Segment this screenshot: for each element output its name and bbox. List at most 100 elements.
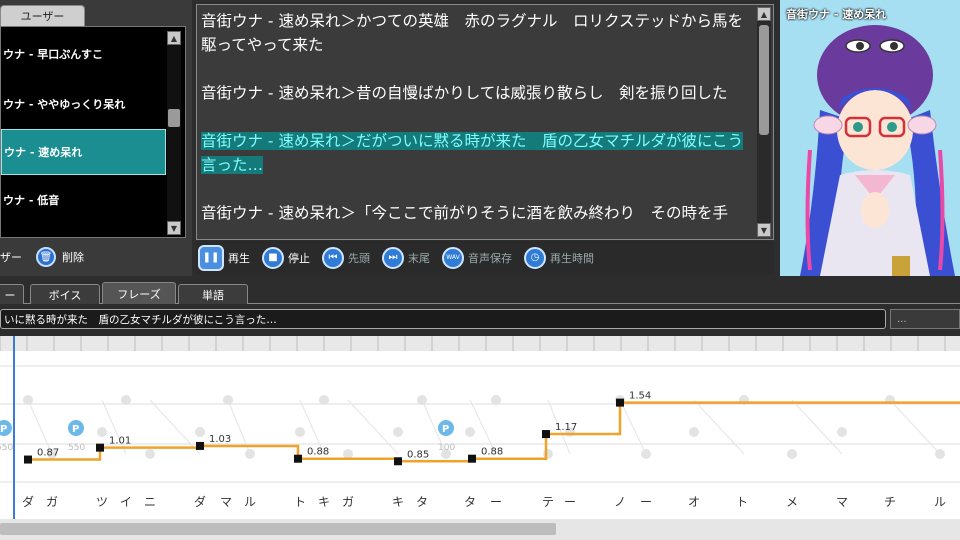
stop-label: 停止 [288,251,310,265]
ruler [0,336,960,351]
scroll-thumb[interactable] [759,25,769,135]
kana-label: ガ [342,495,354,509]
kana-label: ノ [614,495,626,509]
end-button[interactable]: ⏭ 末尾 [382,246,430,269]
text-scrollbar[interactable]: ▲ ▼ [757,7,771,237]
value-label: 1.54 [629,391,651,402]
voice-list: ウナ - 早口ぷんすこ ウナ - ややゆっくり呆れ ウナ - 速め呆れ ウナ -… [0,26,186,238]
text-line: 音街ウナ - 速め呆れ＞かつての英雄 赤のラグナル ロリクステッドから馬を駆って… [201,12,743,54]
text-line: 音街ウナ - 速め呆れ＞「今ここで前がりそうに酒を飲み終わり その時を手 [201,204,728,222]
voice-preset-panel: ユーザー ウナ - 早口ぷんすこ ウナ - ややゆっくり呆れ ウナ - 速め呆れ… [0,0,192,276]
pitch-node [616,398,624,407]
value-label: 0.88 [307,447,329,458]
list-item[interactable]: ウナ - 低音 [1,177,166,223]
kana-label: マ [836,495,848,509]
kana-label: オ [688,495,700,509]
kana-label: ダ [194,494,206,509]
kana-label: マ [220,495,232,509]
scroll-down-icon[interactable]: ▼ [757,223,771,237]
value-label: 1.17 [555,422,577,433]
kana-label: ダ [22,494,34,509]
pause-marker-label: P [442,424,449,435]
value-label: 0.88 [481,447,503,458]
kana-label: キ [392,495,404,509]
script-text-area[interactable]: 音街ウナ - 速め呆れ＞かつての英雄 赤のラグナル ロリクステッドから馬を駆って… [196,4,774,240]
editor-tabs: ー ボイス フレーズ 単語 [0,282,960,304]
save-audio-label: 音声保存 [468,251,512,265]
stop-button[interactable]: ■ 停止 [262,246,310,269]
pause-value: 550 [0,443,13,453]
tab-phrase[interactable]: フレーズ [102,282,176,304]
kana-label: ツ [96,495,108,509]
trash-icon[interactable]: 🗑 [36,247,56,267]
kana-label: タ [416,495,428,509]
ghost-node [491,395,501,405]
tab-user[interactable]: ー [0,284,24,304]
stop-icon: ■ [262,246,284,269]
tab-voice[interactable]: ボイス [30,284,100,304]
ghost-node [97,427,107,437]
kana-label: ー [564,495,576,509]
kana-label: ト [736,495,748,509]
play-label: 再生 [228,251,250,265]
pause-marker-label: P [72,424,79,435]
ghost-line [347,399,399,455]
ghost-node [145,449,155,459]
clock-icon: ◷ [524,246,546,269]
pause-value: 550 [68,443,85,453]
ghost-line [791,399,843,455]
pitch-node [24,455,32,464]
kana-label: ル [934,495,946,509]
tab-word[interactable]: 単語 [178,284,248,304]
script-text: 音街ウナ - 速め呆れ＞かつての英雄 赤のラグナル ロリクステッドから馬を駆って… [201,9,755,239]
ghost-line [149,399,201,455]
playback-toolbar: ❚❚ 再生 ■ 停止 ⏮ 先頭 ⏭ 末尾 WAV 音声保存 ◷ 再生時間 [196,241,774,274]
head-label: 先頭 [348,251,370,265]
value-label: 1.03 [209,434,231,445]
kana-label: ニ [144,495,156,509]
play-time-button[interactable]: ◷ 再生時間 [524,246,594,269]
scroll-up-icon[interactable]: ▲ [167,31,181,45]
pause-value: 100 [438,443,455,453]
scroll-thumb[interactable] [168,109,180,127]
head-button[interactable]: ⏮ 先頭 [322,246,370,269]
pitch-node [542,430,550,439]
scroll-down-icon[interactable]: ▼ [167,221,181,235]
pause-icon: ❚❚ [198,244,224,271]
phrase-side-field[interactable]: ... [890,309,960,329]
tab-user[interactable]: ユーザー [0,5,85,26]
ghost-node [319,395,329,405]
pause-marker-label: P [0,424,7,435]
kana-label: キ [318,495,330,509]
phrase-input[interactable]: いに黙る時が来た 盾の乙女マチルダが彼にこう言った… [0,309,886,329]
list-item[interactable]: ウナ - 早口ぷんすこ [1,31,166,77]
pitch-node [468,454,476,463]
scroll-up-icon[interactable]: ▲ [757,7,771,21]
list-item-selected[interactable]: ウナ - 速め呆れ [1,129,166,175]
app-window: ユーザー ウナ - 早口ぷんすこ ウナ - ややゆっくり呆れ ウナ - 速め呆れ… [0,0,960,540]
list-item[interactable]: ウナ - ややゆっくり呆れ [1,81,166,127]
kana-label: ト [294,495,306,509]
list-scrollbar[interactable]: ▲ ▼ [167,31,181,235]
ghost-line [619,399,647,455]
ghost-line [889,399,941,455]
character-illustration [800,25,955,276]
scroll-thumb[interactable] [0,523,556,535]
delete-button[interactable]: 削除 [62,249,84,265]
save-audio-button[interactable]: WAV 音声保存 [442,246,512,269]
ghost-node [465,427,475,437]
character-panel: 音街ウナ - 速め呆れ [780,0,960,276]
user-label[interactable]: ザー [0,249,22,265]
play-button[interactable]: ❚❚ 再生 [198,244,250,271]
graph-scrollbar[interactable] [0,519,960,540]
ghost-node [295,427,305,437]
prosody-graph[interactable]: 0.87 1.01 1.03 0.88 0.85 0.88 1.17 1.54 P 550 P 550… [0,336,960,526]
prosody-chart[interactable]: 0.87 1.01 1.03 0.88 0.85 0.88 1.17 1.54 P 550 P 550… [0,336,960,519]
kana-label: ー [640,495,652,509]
kana-label: ル [244,495,256,509]
wav-icon: WAV [442,246,464,269]
kana-label: ー [490,495,502,509]
kana-label: イ [120,495,132,509]
end-label: 末尾 [408,251,430,265]
ghost-node [787,449,797,459]
